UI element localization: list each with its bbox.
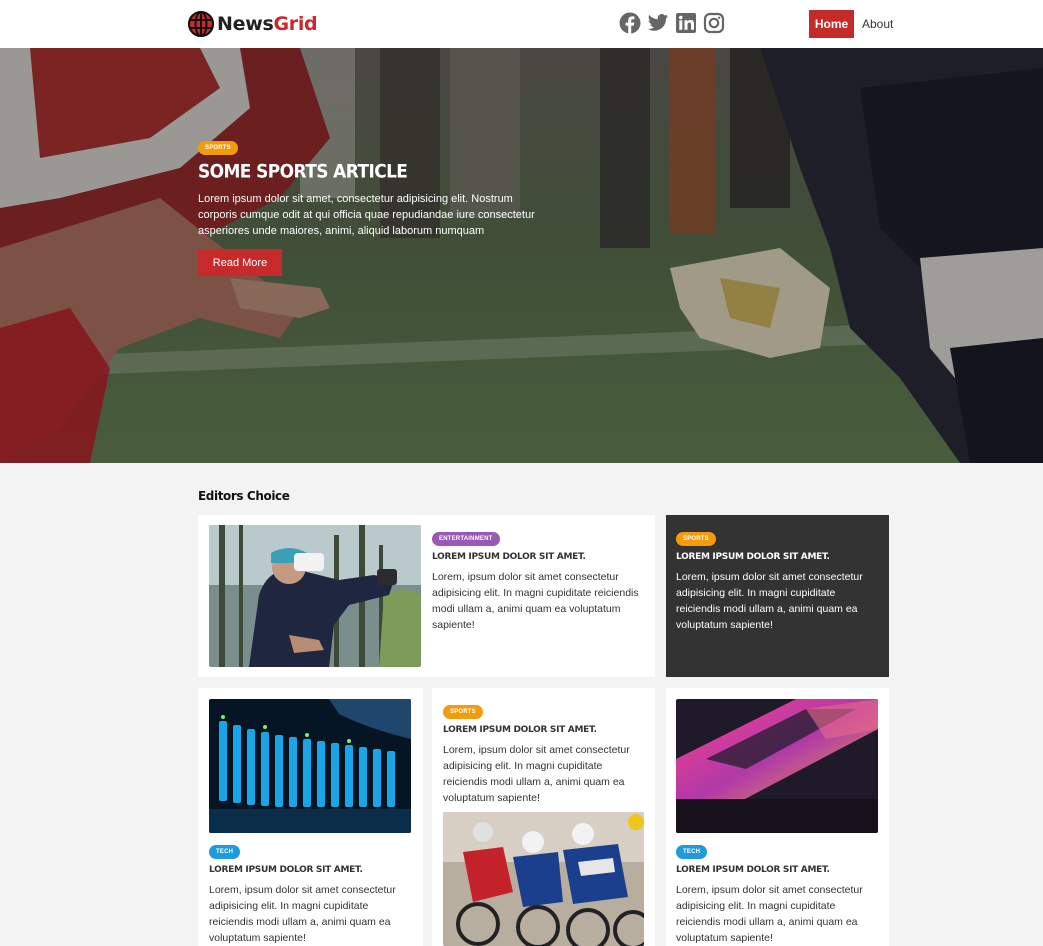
article-excerpt: Lorem, ipsum dolor sit amet consectetur … <box>443 744 630 804</box>
article-excerpt: Lorem, ipsum dolor sit amet consectetur … <box>432 571 639 631</box>
read-more-button[interactable]: Read More <box>198 249 282 276</box>
hero-section: Sports Some Sports Article Lorem ipsum d… <box>0 48 1043 463</box>
category-badge[interactable]: Entertainment <box>432 532 500 546</box>
navbar: NewsGrid Home About <box>0 0 1043 48</box>
instagram-icon[interactable] <box>703 12 725 34</box>
category-badge[interactable]: Tech <box>676 845 708 859</box>
hero-content: Sports Some Sports Article Lorem ipsum d… <box>198 136 558 276</box>
globe-icon <box>188 11 214 37</box>
article-text-block: Tech Lorem ipsum dolor sit amet. Lorem, … <box>676 840 881 946</box>
category-badge[interactable]: Sports <box>443 705 483 719</box>
article-card-sports-dark[interactable]: Sports Lorem ipsum dolor sit amet. Lorem… <box>666 515 889 677</box>
category-badge[interactable]: Tech <box>209 845 241 859</box>
article-card-sports-cycling[interactable]: Sports Lorem ipsum dolor sit amet. Lorem… <box>432 688 655 946</box>
nav-about-link[interactable]: About <box>862 17 893 31</box>
article-excerpt: Lorem, ipsum dolor sit amet consectetur … <box>676 884 863 944</box>
brand-part-1: News <box>217 13 274 35</box>
nav-home-link[interactable]: Home <box>809 10 854 38</box>
article-text-block: Tech Lorem ipsum dolor sit amet. Lorem, … <box>209 840 414 946</box>
article-title[interactable]: Lorem ipsum dolor sit amet. <box>443 725 648 735</box>
article-card-entertainment[interactable]: Entertainment Lorem ipsum dolor sit amet… <box>198 515 655 677</box>
twitter-icon[interactable] <box>647 12 669 34</box>
hero-text: Lorem ipsum dolor sit amet, consectetur … <box>198 193 535 237</box>
article-title[interactable]: Lorem ipsum dolor sit amet. <box>209 865 414 875</box>
article-text-block: Entertainment Lorem ipsum dolor sit amet… <box>432 527 646 633</box>
article-title[interactable]: Lorem ipsum dolor sit amet. <box>432 552 646 562</box>
hero-category-badge[interactable]: Sports <box>198 141 238 155</box>
category-badge[interactable]: Sports <box>676 532 716 546</box>
cycling-image <box>443 812 644 946</box>
article-title[interactable]: Lorem ipsum dolor sit amet. <box>676 865 881 875</box>
brand-name: NewsGrid <box>217 13 318 35</box>
hero-title: Some Sports Article <box>198 161 408 183</box>
article-excerpt: Lorem, ipsum dolor sit amet consectetur … <box>676 571 863 631</box>
laptop-image <box>676 699 878 833</box>
article-text-block: Sports Lorem ipsum dolor sit amet. Lorem… <box>676 527 881 633</box>
linkedin-icon[interactable] <box>675 12 697 34</box>
vr-image <box>209 525 421 667</box>
section-title: Editors Choice <box>198 489 290 503</box>
server-image <box>209 699 411 833</box>
facebook-icon[interactable] <box>619 12 641 34</box>
logo[interactable]: NewsGrid <box>187 9 318 39</box>
article-text-block: Sports Lorem ipsum dolor sit amet. Lorem… <box>443 700 648 806</box>
brand-part-2: Grid <box>273 13 318 35</box>
nav-links: Home About <box>809 10 893 38</box>
article-title[interactable]: Lorem ipsum dolor sit amet. <box>676 552 881 562</box>
article-card-tech-laptop[interactable]: Tech Lorem ipsum dolor sit amet. Lorem, … <box>666 688 889 946</box>
article-card-tech-server[interactable]: Tech Lorem ipsum dolor sit amet. Lorem, … <box>198 688 423 946</box>
social-links <box>619 12 725 34</box>
article-excerpt: Lorem, ipsum dolor sit amet consectetur … <box>209 884 396 944</box>
